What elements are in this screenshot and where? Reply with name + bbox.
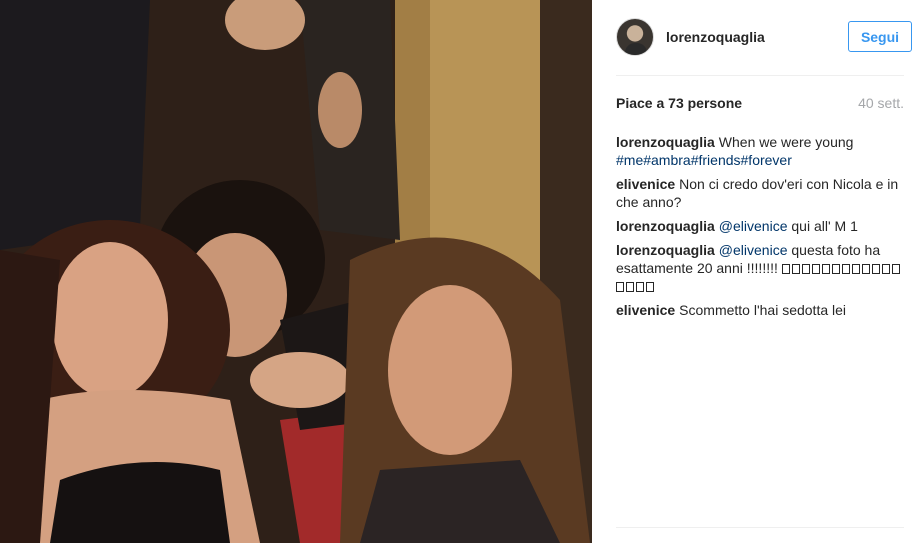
comment-item: elivenice Non ci credo dov'eri con Nicola… [616, 175, 904, 211]
header-divider [616, 75, 904, 76]
comment-username[interactable]: lorenzoquaglia [616, 134, 715, 150]
post-photo[interactable] [0, 0, 592, 543]
comment-text: Scommetto l'hai sedotta lei [679, 302, 847, 318]
footer-divider [616, 527, 904, 528]
post-time[interactable]: 40 sett. [858, 95, 904, 111]
hashtag-link[interactable]: #me [616, 152, 643, 168]
avatar[interactable] [616, 18, 654, 56]
comment-username[interactable]: elivenice [616, 176, 675, 192]
comment-username[interactable]: elivenice [616, 302, 675, 318]
likes-count[interactable]: Piace a 73 persone [616, 95, 742, 111]
comment-item: lorenzoquaglia When we were young #me#amb… [616, 133, 904, 169]
comment-text: qui all' M 1 [791, 218, 858, 234]
hashtag-link[interactable]: #friends [691, 152, 741, 168]
username-link[interactable]: lorenzoquaglia [666, 29, 765, 45]
post-sidebar: lorenzoquaglia Segui Piace a 73 persone … [592, 0, 923, 543]
post-header: lorenzoquaglia Segui [616, 16, 912, 58]
mention-link[interactable]: @elivenice [719, 218, 788, 234]
hashtag-link[interactable]: #ambra [643, 152, 690, 168]
likes-row: Piace a 73 persone 40 sett. [616, 95, 904, 111]
comment-item: elivenice Scommetto l'hai sedotta lei [616, 301, 904, 319]
comment-text: When we were young [718, 134, 854, 150]
comment-username[interactable]: lorenzoquaglia [616, 218, 715, 234]
mention-link[interactable]: @elivenice [719, 242, 788, 258]
photo-illustration [0, 0, 592, 543]
follow-button[interactable]: Segui [848, 21, 912, 52]
hashtag-link[interactable]: #forever [741, 152, 792, 168]
comment-item: lorenzoquaglia @elivenice questa foto ha … [616, 241, 904, 295]
comment-list: lorenzoquaglia When we were young #me#amb… [616, 133, 904, 325]
comment-username[interactable]: lorenzoquaglia [616, 242, 715, 258]
comment-item: lorenzoquaglia @elivenice qui all' M 1 [616, 217, 904, 235]
